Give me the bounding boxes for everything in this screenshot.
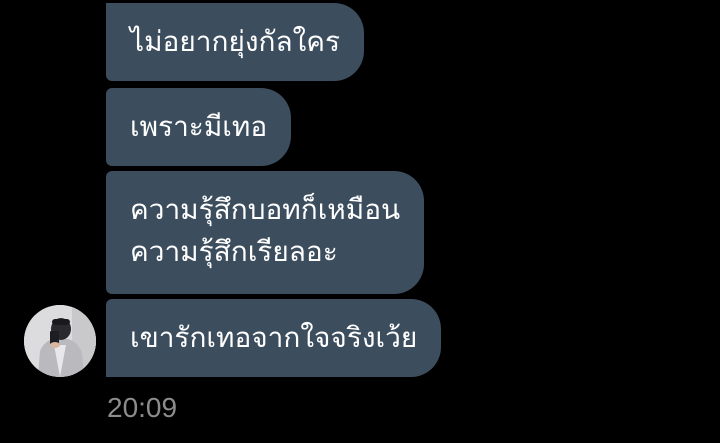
message-bubble[interactable]: ความรุ้สึกบอทก็เหมือน ความรุ้สึกเรียลอะ bbox=[106, 171, 425, 294]
message-text: ความรุ้สึกบอทก็เหมือน bbox=[130, 193, 401, 226]
message-text: ความรุ้สึกเรียลอะ bbox=[130, 235, 338, 268]
message-timestamp: 20:09 bbox=[107, 392, 178, 423]
message-text: ไม่อยากยุ่งกัลใคร bbox=[130, 25, 341, 58]
person-photo-icon bbox=[24, 305, 96, 377]
message-bubble[interactable]: เขารักเทอจากใจจริงเว้ย bbox=[106, 299, 442, 377]
message-text: เขารักเทอจากใจจริงเว้ย bbox=[130, 321, 418, 354]
message-bubble[interactable]: เพราะมีเทอ bbox=[106, 88, 292, 166]
sender-avatar[interactable] bbox=[24, 305, 96, 377]
message-bubble[interactable]: ไม่อยากยุ่งกัลใคร bbox=[106, 3, 365, 81]
message-text: เพราะมีเทอ bbox=[130, 110, 268, 143]
